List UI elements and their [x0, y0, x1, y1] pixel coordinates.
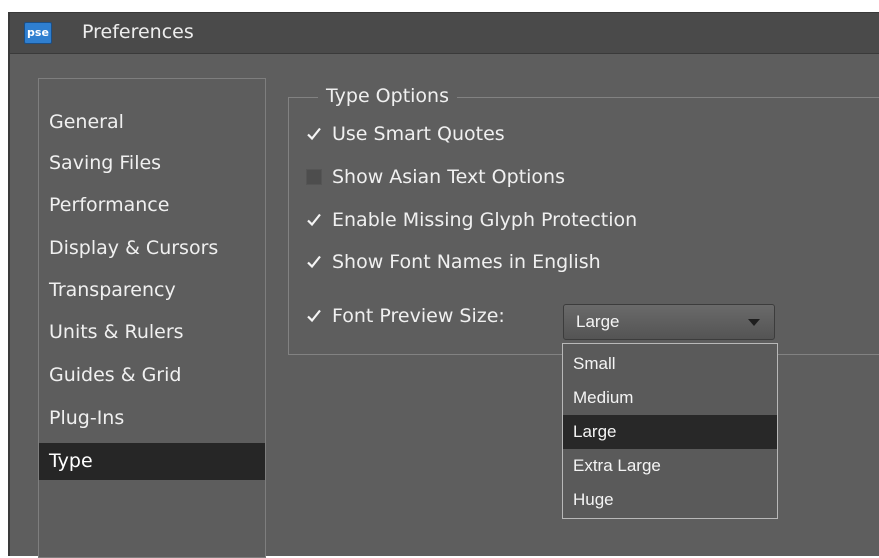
- sidebar-item-label: General: [49, 111, 124, 133]
- sidebar-item-type[interactable]: Type: [39, 443, 265, 480]
- sidebar-item-label: Saving Files: [49, 152, 162, 174]
- sidebar-item-display-cursors[interactable]: Display & Cursors: [39, 230, 265, 267]
- dropdown-option-extra-large[interactable]: Extra Large: [563, 449, 777, 483]
- option-label: Show Asian Text Options: [332, 166, 565, 188]
- dropdown-option-huge[interactable]: Huge: [563, 483, 777, 517]
- checkbox-checked-icon[interactable]: [306, 212, 322, 228]
- sidebar-item-units-rulers[interactable]: Units & Rulers: [39, 314, 265, 351]
- checkbox-checked-icon[interactable]: [306, 254, 322, 270]
- checkbox-checked-icon[interactable]: [306, 126, 322, 142]
- checkbox-unchecked-icon[interactable]: [306, 169, 322, 185]
- sidebar-item-general[interactable]: General: [39, 104, 265, 141]
- preferences-window: pse Preferences General Saving Files Per…: [8, 12, 879, 558]
- window-title: Preferences: [82, 21, 194, 43]
- sidebar-item-plug-ins[interactable]: Plug-Ins: [39, 400, 265, 437]
- dropdown-option-medium[interactable]: Medium: [563, 381, 777, 415]
- dropdown-option-large[interactable]: Large: [563, 415, 777, 449]
- font-preview-size-dropdown: Small Medium Large Extra Large Huge: [562, 343, 778, 519]
- sidebar-item-label: Units & Rulers: [49, 321, 184, 343]
- sidebar-item-guides-grid[interactable]: Guides & Grid: [39, 357, 265, 394]
- sidebar-item-saving-files[interactable]: Saving Files: [39, 145, 265, 182]
- option-label: Use Smart Quotes: [332, 123, 505, 145]
- font-preview-size-select[interactable]: Large: [563, 304, 775, 340]
- dropdown-arrow-icon[interactable]: [748, 319, 760, 326]
- sidebar-item-label: Type: [49, 450, 93, 472]
- checkbox-checked-icon[interactable]: [306, 308, 322, 324]
- sidebar-item-label: Display & Cursors: [49, 237, 219, 259]
- select-value: Large: [576, 312, 620, 331]
- option-label: Font Preview Size:: [332, 305, 505, 327]
- option-label: Enable Missing Glyph Protection: [332, 209, 638, 231]
- preferences-sidebar: General Saving Files Performance Display…: [38, 78, 266, 558]
- sidebar-item-label: Plug-Ins: [49, 407, 125, 429]
- sidebar-item-label: Performance: [49, 194, 170, 216]
- dropdown-option-small[interactable]: Small: [563, 347, 777, 381]
- app-icon: pse: [24, 22, 52, 44]
- sidebar-item-label: Guides & Grid: [49, 364, 182, 386]
- sidebar-item-label: Transparency: [49, 279, 176, 301]
- title-bar[interactable]: pse Preferences: [10, 13, 879, 54]
- dialog-content: General Saving Files Performance Display…: [10, 54, 879, 558]
- sidebar-item-performance[interactable]: Performance: [39, 187, 265, 224]
- option-label: Show Font Names in English: [332, 251, 601, 273]
- type-options-title: Type Options: [318, 84, 457, 108]
- sidebar-item-transparency[interactable]: Transparency: [39, 272, 265, 309]
